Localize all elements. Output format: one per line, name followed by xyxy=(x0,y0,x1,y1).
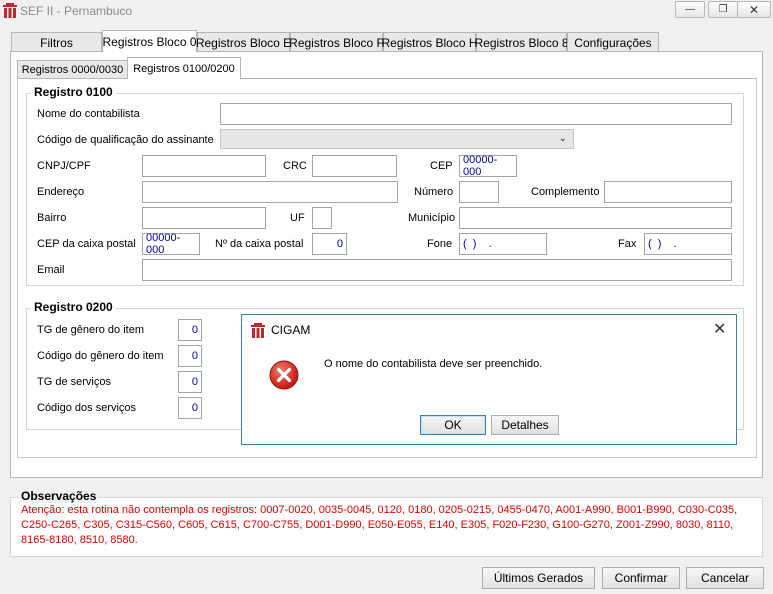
fax-input[interactable]: ( ) . xyxy=(644,233,732,255)
email-input[interactable] xyxy=(142,259,732,281)
observacoes-title: Observações xyxy=(19,489,99,503)
tg-genero-input[interactable]: 0 xyxy=(178,319,202,341)
restore-icon: ❐ xyxy=(718,4,728,15)
minimize-icon: — xyxy=(685,4,695,15)
restore-button[interactable]: ❐ xyxy=(708,1,738,18)
num-caixa-label: Nº da caixa postal xyxy=(215,238,304,250)
subtab-registros-0100-0200[interactable]: Registros 0100/0200 xyxy=(127,57,241,79)
confirmar-button[interactable]: Confirmar xyxy=(602,567,680,589)
fone-input[interactable]: ( ) . xyxy=(459,233,547,255)
municipio-input[interactable] xyxy=(459,207,732,229)
nome-label: Nome do contabilista xyxy=(37,108,140,120)
fax-label: Fax xyxy=(618,238,637,250)
error-icon xyxy=(269,360,299,390)
registro-0100-title: Registro 0100 xyxy=(31,85,116,99)
cnpj-input[interactable] xyxy=(142,155,266,177)
bairro-label: Bairro xyxy=(37,212,67,224)
endereco-label: Endereço xyxy=(37,186,85,198)
tg-servicos-label: TG de serviços xyxy=(37,376,111,388)
cancelar-button[interactable]: Cancelar xyxy=(686,567,764,589)
cep-input[interactable]: 00000-000 xyxy=(459,154,517,178)
observacoes-text: Atenção: esta rotina não contempla os re… xyxy=(21,504,738,546)
fone-label: Fone xyxy=(427,238,453,250)
crc-input[interactable] xyxy=(312,155,397,177)
tab-registros-bloco-f[interactable]: Registros Bloco F xyxy=(289,32,384,52)
complemento-input[interactable] xyxy=(604,181,732,203)
chevron-down-icon: ⌄ xyxy=(558,133,567,144)
codigo-servicos-input[interactable]: 0 xyxy=(178,397,202,419)
ultimos-gerados-button[interactable]: Últimos Gerados xyxy=(482,567,595,589)
dialog-ok-button[interactable]: OK xyxy=(420,415,486,435)
email-label: Email xyxy=(37,264,65,276)
cep-caixa-input[interactable]: 00000-000 xyxy=(142,232,200,256)
uf-input[interactable] xyxy=(312,207,332,229)
bairro-input[interactable] xyxy=(142,207,266,229)
title-bar: SEF II - Pernambuco — ❐ ✕ xyxy=(0,0,773,22)
cigam-logo-icon xyxy=(251,323,265,338)
close-button[interactable]: ✕ xyxy=(737,1,771,18)
cigam-logo-icon xyxy=(3,3,17,18)
numero-label: Número xyxy=(414,186,454,198)
dialog-title: CIGAM xyxy=(271,323,311,337)
codigo-servicos-label: Código dos serviços xyxy=(37,402,137,414)
error-dialog: CIGAM ✕ O nome do contabilista deve ser … xyxy=(241,314,737,445)
minimize-button[interactable]: — xyxy=(675,1,705,18)
tab-filtros[interactable]: Filtros xyxy=(11,32,102,52)
numero-input[interactable] xyxy=(459,181,499,203)
close-icon: ✕ xyxy=(748,2,760,17)
tg-genero-label: TG de gênero do item xyxy=(37,324,145,336)
tab-registros-bloco-8[interactable]: Registros Bloco 8 xyxy=(474,32,569,52)
dialog-close-icon[interactable]: ✕ xyxy=(713,319,726,339)
codigo-qualificacao-select[interactable]: ⌄ xyxy=(220,129,574,149)
municipio-label: Município xyxy=(408,212,456,224)
complemento-label: Complemento xyxy=(531,186,600,198)
tab-registros-bloco-0[interactable]: Registros Bloco 0 xyxy=(102,30,197,52)
subtab-registros-0000-0030[interactable]: Registros 0000/0030 xyxy=(17,60,128,79)
tab-registros-bloco-h[interactable]: Registros Bloco H xyxy=(381,32,478,52)
cep-caixa-label: CEP da caixa postal xyxy=(37,238,136,250)
tab-registros-bloco-e[interactable]: Registros Bloco E xyxy=(196,32,291,52)
nome-contabilista-input[interactable] xyxy=(220,103,732,125)
registro-0200-title: Registro 0200 xyxy=(31,300,116,314)
uf-label: UF xyxy=(290,212,305,224)
cnpj-label: CNPJ/CPF xyxy=(37,160,91,172)
window-title: SEF II - Pernambuco xyxy=(20,4,133,18)
crc-label: CRC xyxy=(283,160,307,172)
tg-servicos-input[interactable]: 0 xyxy=(178,371,202,393)
codigo-genero-input[interactable]: 0 xyxy=(178,345,202,367)
dialog-detalhes-button[interactable]: Detalhes xyxy=(491,415,559,435)
tab-configuracoes[interactable]: Configurações xyxy=(567,32,659,52)
dialog-message: O nome do contabilista deve ser preenchi… xyxy=(324,358,543,370)
codigo-label: Código de qualificação do assinante xyxy=(37,134,214,146)
cep-label: CEP xyxy=(430,160,453,172)
codigo-genero-label: Código do gênero do item xyxy=(37,350,164,362)
num-caixa-input[interactable]: 0 xyxy=(312,233,347,255)
endereco-input[interactable] xyxy=(142,181,398,203)
